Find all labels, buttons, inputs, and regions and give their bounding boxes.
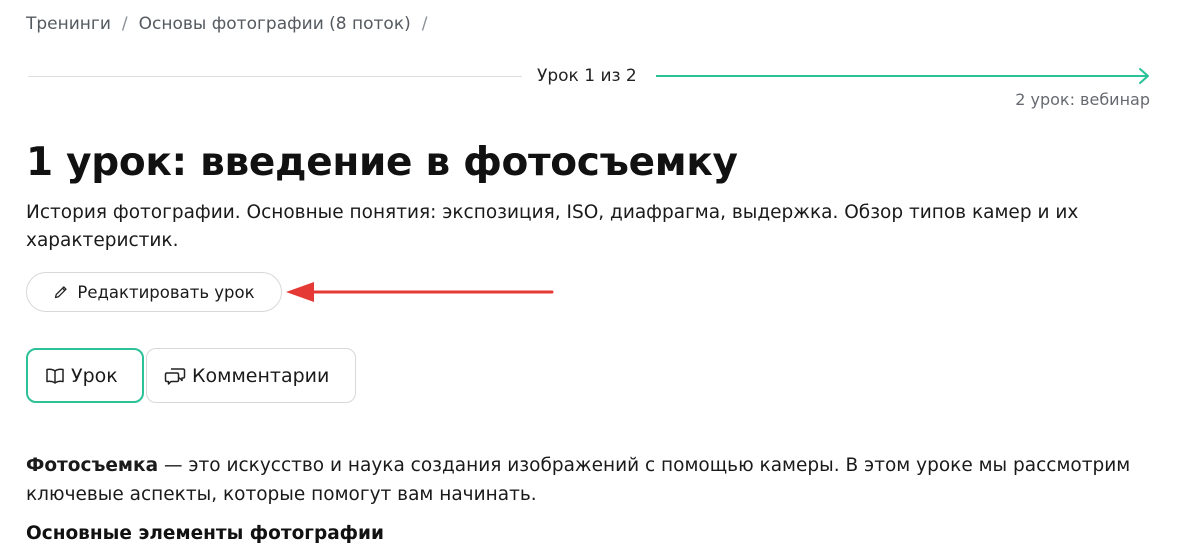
- section-heading: Основные элементы фотографии: [26, 523, 384, 544]
- breadcrumb: Тренинги / Основы фотографии (8 поток) /: [26, 14, 438, 34]
- breadcrumb-link-course[interactable]: Основы фотографии (8 поток): [139, 14, 411, 34]
- lesson-progress-label: Урок 1 из 2: [537, 66, 637, 86]
- page-title: 1 урок: введение в фотосъемку: [26, 140, 738, 185]
- book-icon: [46, 368, 64, 384]
- breadcrumb-link-trainings[interactable]: Тренинги: [26, 14, 111, 34]
- lesson-tabs: Урок Комментарии: [26, 348, 356, 403]
- next-lesson-link[interactable]: 2 урок: вебинар: [1015, 90, 1150, 109]
- annotation-arrow-icon: [286, 282, 554, 302]
- edit-lesson-label: Редактировать урок: [77, 282, 255, 302]
- tab-comments[interactable]: Комментарии: [146, 348, 356, 403]
- edit-lesson-button[interactable]: Редактировать урок: [26, 272, 282, 312]
- tab-lesson-label: Урок: [71, 364, 118, 387]
- breadcrumb-separator: /: [421, 14, 428, 34]
- pencil-icon: [55, 286, 68, 299]
- lesson-description: История фотографии. Основные понятия: эк…: [26, 202, 1079, 251]
- arrow-right-icon: [656, 68, 1149, 84]
- next-lesson-arrow[interactable]: [654, 66, 1152, 86]
- intro-term: Фотосъемка: [26, 455, 159, 476]
- intro-text: — это искусство и наука создания изображ…: [26, 455, 1131, 505]
- comments-icon: [164, 367, 186, 385]
- breadcrumb-separator: /: [121, 14, 128, 34]
- lesson-intro-paragraph: Фотосъемка — это искусство и наука созда…: [26, 451, 1156, 509]
- progress-line: [28, 76, 522, 77]
- tab-comments-label: Комментарии: [192, 364, 330, 387]
- tab-lesson[interactable]: Урок: [26, 348, 144, 403]
